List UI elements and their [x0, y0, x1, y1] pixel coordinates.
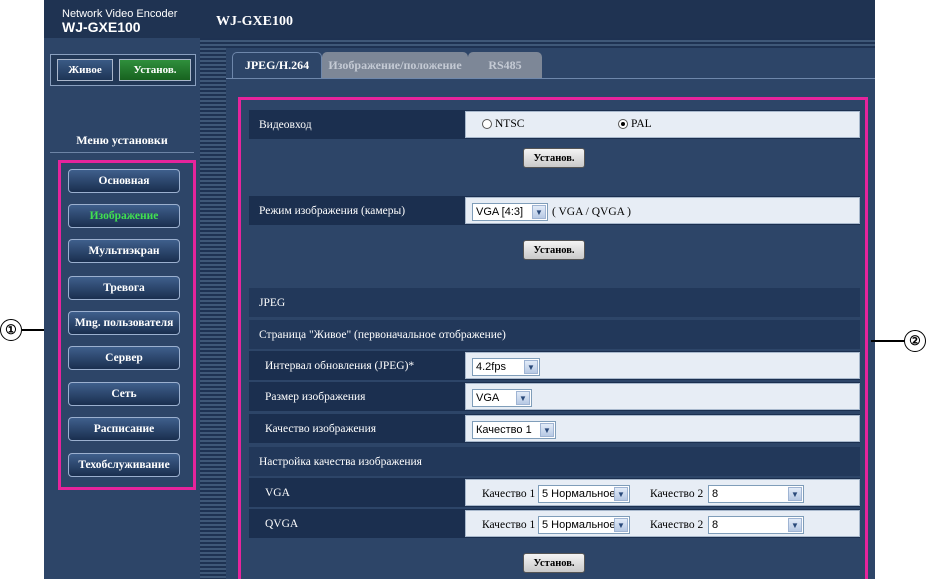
tab-underline — [226, 78, 875, 79]
live-page-row: Страница "Живое" (первоначальное отображ… — [249, 320, 860, 349]
image-mode-label: Режим изображения (камеры) — [259, 204, 406, 217]
image-size-select[interactable]: VGA ▼ — [472, 389, 532, 407]
menu-item-multiscreen[interactable]: Мультиэкран — [68, 239, 180, 263]
image-quality-row: Качество изображения Качество 1 ▼ — [249, 414, 860, 443]
radio-pal-label: PAL — [631, 118, 652, 130]
radio-ntsc-circle[interactable] — [482, 119, 492, 129]
vga-q2-select-value: 8 — [712, 488, 719, 500]
menu-item-server[interactable]: Сервер — [68, 346, 180, 370]
top-bar: WJ-GXE100 — [200, 0, 875, 38]
qvga-q2-label: Качество 2 — [650, 518, 704, 531]
image-quality-select[interactable]: Качество 1 ▼ — [472, 421, 556, 439]
vga-q2-select[interactable]: 8 ▼ — [708, 485, 804, 503]
chevron-down-icon[interactable]: ▼ — [540, 423, 554, 437]
jpeg-header-row: JPEG — [249, 288, 860, 317]
set-button-1[interactable]: Установ. — [523, 148, 585, 168]
menu-divider — [50, 152, 194, 153]
chevron-down-icon[interactable]: ▼ — [524, 360, 538, 374]
video-input-label: Видеовход — [259, 118, 312, 131]
qvga-q1-label: Качество 1 — [482, 518, 536, 531]
menu-item-network[interactable]: Сеть — [68, 382, 180, 406]
qvga-q1-select-value: 5 Нормальное — [542, 519, 616, 531]
menu-item-user-mng[interactable]: Mng. пользователя — [68, 311, 180, 335]
quality-settings-row: Настройка качества изображения — [249, 447, 860, 476]
image-quality-value: Качество 1 ▼ — [465, 415, 860, 442]
live-page-header: Страница "Живое" (первоначальное отображ… — [259, 328, 506, 341]
image-mode-select[interactable]: VGA [4:3] ▼ — [472, 203, 548, 221]
vga-q1-select[interactable]: 5 Нормальное ▼ — [538, 485, 630, 503]
refresh-select-value: 4.2fps — [476, 361, 506, 373]
video-input-row: Видеовход NTSC PAL — [249, 110, 860, 139]
image-mode-note: ( VGA / QVGA ) — [552, 205, 632, 218]
qvga-q1-select[interactable]: 5 Нормальное ▼ — [538, 516, 630, 534]
menu-item-basic[interactable]: Основная — [68, 169, 180, 193]
decorative-stripes — [200, 38, 226, 579]
live-button[interactable]: Живое — [57, 59, 113, 81]
vga-q2-label: Качество 2 — [650, 487, 704, 500]
qvga-label: QVGA — [265, 517, 299, 530]
set-button-3[interactable]: Установ. — [523, 553, 585, 573]
chevron-down-icon[interactable]: ▼ — [788, 518, 802, 532]
quality-settings-header: Настройка качества изображения — [259, 455, 422, 468]
image-quality-label: Качество изображения — [265, 422, 377, 435]
image-mode-row: Режим изображения (камеры) VGA [4:3] ▼ (… — [249, 196, 860, 225]
menu-item-alarm[interactable]: Тревога — [68, 276, 180, 300]
refresh-select[interactable]: 4.2fps ▼ — [472, 358, 540, 376]
setup-button[interactable]: Установ. — [119, 59, 191, 81]
vga-quality-row: VGA Качество 1 5 Нормальное ▼ Качество 2… — [249, 478, 860, 507]
product-header: Network Video Encoder WJ-GXE100 — [44, 0, 200, 38]
chevron-down-icon[interactable]: ▼ — [516, 391, 530, 405]
chevron-down-icon[interactable]: ▼ — [614, 518, 628, 532]
qvga-q2-select-value: 8 — [712, 519, 719, 531]
image-size-select-value: VGA — [476, 392, 500, 404]
callout-2: ② — [904, 330, 926, 352]
jpeg-header: JPEG — [259, 296, 286, 309]
radio-pal-circle[interactable] — [618, 119, 628, 129]
chevron-down-icon[interactable]: ▼ — [532, 205, 546, 219]
page-title: WJ-GXE100 — [216, 14, 293, 29]
image-mode-value: VGA [4:3] ▼ ( VGA / QVGA ) — [465, 197, 860, 224]
qvga-q2-select[interactable]: 8 ▼ — [708, 516, 804, 534]
callout-2-line — [871, 340, 905, 342]
menu-item-maintenance[interactable]: Техобслуживание — [68, 453, 180, 477]
setup-menu-title: Меню установки — [76, 133, 168, 147]
image-quality-select-value: Качество 1 — [476, 424, 532, 436]
tab-jpeg-h264[interactable]: JPEG/H.264 — [232, 52, 322, 78]
decorative-stripes-top — [226, 38, 875, 48]
image-size-label: Размер изображения — [265, 390, 366, 403]
radio-pal[interactable]: PAL — [618, 118, 652, 130]
vga-q1-label: Качество 1 — [482, 487, 536, 500]
left-panel: Network Video Encoder WJ-GXE100 Живое Ус… — [44, 0, 200, 579]
video-input-value: NTSC PAL — [465, 111, 860, 138]
refresh-label: Интервал обновления (JPEG)* — [265, 359, 415, 372]
chevron-down-icon[interactable]: ▼ — [614, 487, 628, 501]
menu-item-image[interactable]: Изображение — [68, 204, 180, 228]
menu-item-schedule[interactable]: Расписание — [68, 417, 180, 441]
product-model: WJ-GXE100 — [62, 19, 141, 35]
image-size-row: Размер изображения VGA ▼ — [249, 382, 860, 411]
chevron-down-icon[interactable]: ▼ — [788, 487, 802, 501]
callout-1: ① — [0, 319, 22, 341]
radio-ntsc[interactable]: NTSC — [482, 118, 524, 130]
vga-q1-select-value: 5 Нормальное — [542, 488, 616, 500]
qvga-value: Качество 1 5 Нормальное ▼ Качество 2 8 ▼ — [465, 510, 860, 537]
mode-switch: Живое Установ. — [50, 54, 196, 86]
refresh-row: Интервал обновления (JPEG)* 4.2fps ▼ — [249, 351, 860, 380]
image-mode-select-value: VGA [4:3] — [476, 206, 524, 218]
vga-value: Качество 1 5 Нормальное ▼ Качество 2 8 ▼ — [465, 479, 860, 506]
tab-rs485[interactable]: RS485 — [468, 52, 542, 78]
vga-label: VGA — [265, 486, 290, 499]
radio-ntsc-label: NTSC — [495, 118, 525, 130]
image-size-value: VGA ▼ — [465, 383, 860, 410]
tab-image-position[interactable]: Изображение/положение — [322, 52, 468, 78]
refresh-value: 4.2fps ▼ — [465, 352, 860, 379]
set-button-2[interactable]: Установ. — [523, 240, 585, 260]
qvga-quality-row: QVGA Качество 1 5 Нормальное ▼ Качество … — [249, 509, 860, 538]
